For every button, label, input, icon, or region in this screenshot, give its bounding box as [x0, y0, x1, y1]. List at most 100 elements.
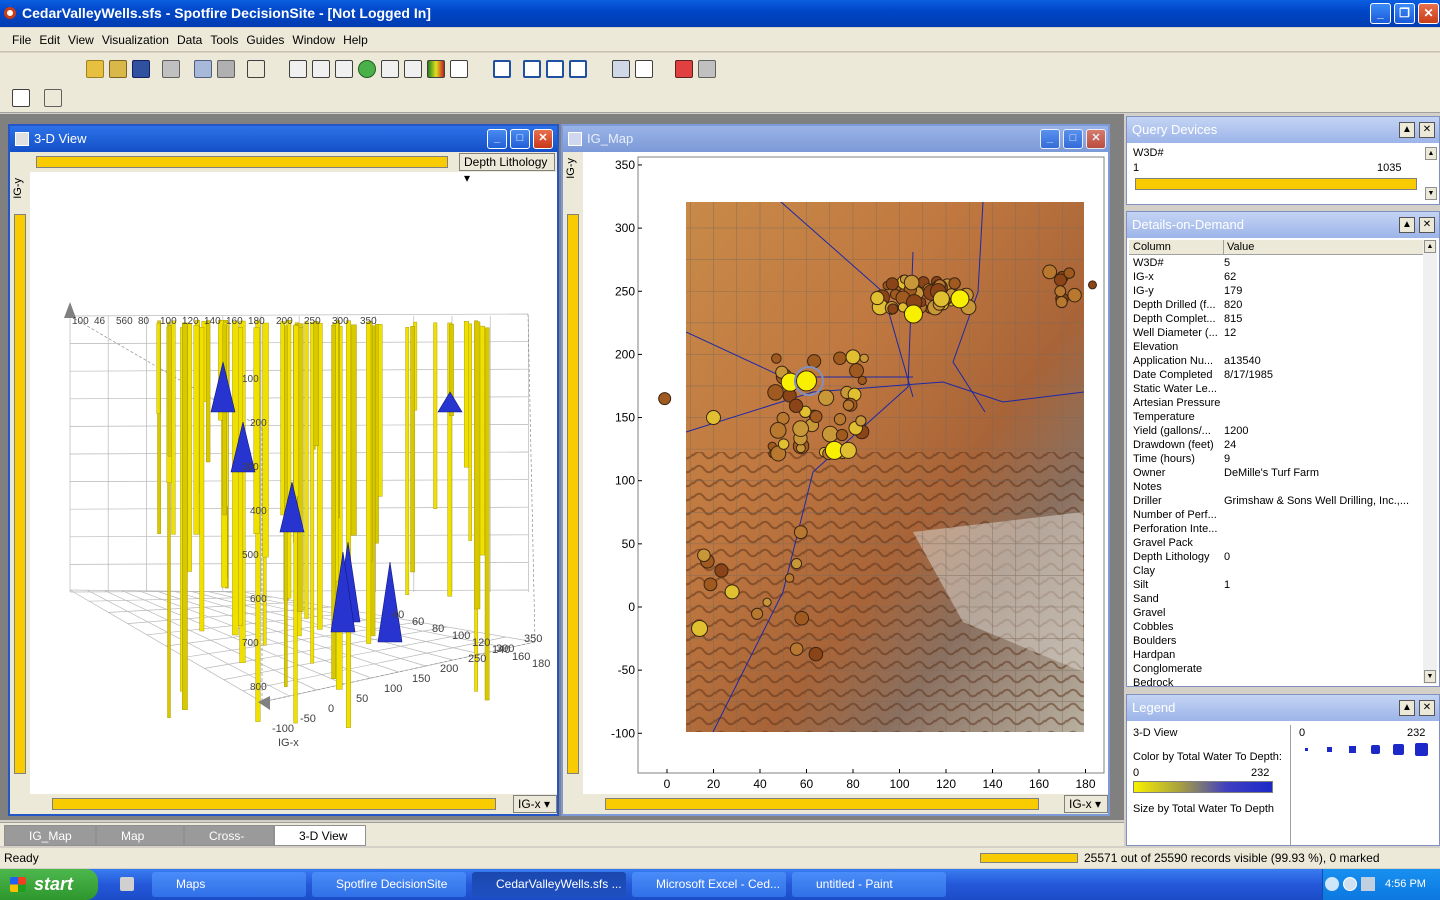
well-dot[interactable] [808, 646, 824, 662]
dod-val-header[interactable]: Value [1223, 240, 1254, 255]
tab-map[interactable]: Map [96, 825, 184, 846]
well-dot[interactable] [771, 353, 782, 364]
legend-header[interactable]: Legend [1127, 695, 1439, 721]
dod-row[interactable]: Hardpan [1133, 648, 1423, 662]
taskbar-paint[interactable]: untitled - Paint [792, 872, 946, 897]
well-dot[interactable] [789, 642, 804, 656]
dod-row[interactable]: Clay [1133, 564, 1423, 578]
table-icon[interactable] [450, 60, 468, 78]
ig-map-maximize-button[interactable]: □ [1063, 129, 1083, 149]
well-dot[interactable] [932, 290, 950, 308]
dod-row[interactable]: IG-y 179 [1133, 284, 1423, 298]
dod-row[interactable]: IG-x 62 [1133, 270, 1423, 284]
well-dot[interactable] [762, 597, 772, 607]
dod-row[interactable]: Depth Complet... 815 [1133, 312, 1423, 326]
ig-map-minimize-button[interactable]: _ [1040, 129, 1060, 149]
dod-row[interactable]: Elevation [1133, 340, 1423, 354]
menu-view[interactable]: View [64, 28, 98, 52]
heat-map-icon[interactable] [427, 60, 445, 78]
well-dot[interactable] [1055, 295, 1068, 309]
well-dot[interactable] [1042, 264, 1058, 280]
restore-button[interactable]: ❐ [1394, 3, 1415, 24]
view-3d-y-axis-label[interactable]: IG-y [12, 178, 24, 199]
taskbar-maps[interactable]: Maps [152, 872, 306, 897]
undo-icon[interactable] [247, 60, 265, 78]
dod-row[interactable]: Perforation Inte... [1133, 522, 1423, 536]
pie-chart-icon[interactable] [358, 60, 376, 78]
view-3d-bottom-slider[interactable] [52, 798, 496, 810]
open-data-icon[interactable] [109, 60, 127, 78]
well-dot[interactable] [859, 353, 869, 364]
well-dot[interactable] [658, 392, 672, 406]
menu-file[interactable]: File [8, 28, 35, 52]
view-3d-left-slider[interactable] [14, 214, 26, 774]
layout-icon[interactable] [493, 60, 511, 78]
print-icon[interactable] [162, 60, 180, 78]
well-dot[interactable] [714, 563, 729, 578]
ig-map-y-axis-label[interactable]: IG-y [565, 158, 577, 179]
dod-row[interactable]: Cobbles [1133, 620, 1423, 634]
paste-icon[interactable] [217, 60, 235, 78]
well-dot[interactable] [833, 413, 847, 426]
dod-row[interactable]: Date Completed 8/17/1985 [1133, 368, 1423, 382]
well-dot[interactable] [784, 573, 795, 583]
legend-close-button[interactable]: ✕ [1419, 700, 1435, 716]
well-dot[interactable] [767, 384, 784, 401]
dod-row[interactable]: Number of Perf... [1133, 508, 1423, 522]
new-page-icon[interactable] [12, 89, 30, 107]
view-3d-minimize-button[interactable]: _ [487, 129, 507, 149]
well-dot[interactable] [1054, 285, 1067, 298]
quick-launch-icon[interactable] [120, 877, 134, 891]
well-dot[interactable] [833, 351, 847, 366]
bar-chart-icon[interactable] [335, 60, 353, 78]
well-dot[interactable] [724, 584, 740, 600]
properties-icon[interactable] [612, 60, 630, 78]
well-dot[interactable] [885, 277, 899, 291]
dod-row[interactable]: Yield (gallons/... 1200 [1133, 424, 1423, 438]
query-scroll-up[interactable]: ▲ [1425, 147, 1437, 160]
tile-vertical-icon[interactable] [546, 60, 564, 78]
view-3d-maximize-button[interactable]: □ [510, 129, 530, 149]
scatter-plot-icon[interactable] [289, 60, 307, 78]
well-dot[interactable] [796, 370, 817, 392]
well-dot[interactable] [948, 277, 961, 290]
open-icon[interactable] [86, 60, 104, 78]
dod-close-button[interactable]: ✕ [1419, 217, 1435, 233]
well-dot[interactable] [751, 607, 764, 620]
ig-map-bottom-slider[interactable] [605, 798, 1039, 810]
dod-row[interactable]: Depth Lithology 0 [1133, 550, 1423, 564]
well-dot[interactable] [845, 349, 861, 365]
view-3d-plot[interactable]: -100-50050100150200250300350406080100120… [30, 172, 557, 794]
taskbar-excel[interactable]: Microsoft Excel - Ced... [632, 872, 786, 897]
query-devices-header[interactable]: Query Devices [1127, 117, 1439, 143]
cascade-icon[interactable] [523, 60, 541, 78]
well-dot[interactable] [870, 291, 885, 306]
dod-row[interactable]: Sand [1133, 592, 1423, 606]
details-icon[interactable] [635, 60, 653, 78]
well-dot[interactable] [703, 577, 718, 592]
dod-row[interactable]: W3D# 5 [1133, 256, 1423, 270]
well-dot[interactable] [903, 274, 920, 291]
well-dot[interactable] [706, 410, 721, 426]
well-dot[interactable] [809, 410, 823, 424]
menu-visualization[interactable]: Visualization [98, 28, 173, 52]
well-dot[interactable] [839, 441, 857, 459]
well-dot[interactable] [792, 420, 809, 437]
well-dot[interactable] [842, 399, 855, 411]
profile-chart-icon[interactable] [404, 60, 422, 78]
well-dot[interactable] [794, 610, 810, 626]
view-3d-top-slider[interactable] [36, 156, 448, 168]
dod-row[interactable]: Notes [1133, 480, 1423, 494]
taskbar-cedarvalley[interactable]: CedarValleyWells.sfs ... [472, 872, 626, 897]
well-dot[interactable] [817, 389, 835, 406]
query-scroll-down[interactable]: ▼ [1425, 187, 1437, 200]
dod-row[interactable]: Boulders [1133, 634, 1423, 648]
dod-row[interactable]: Drawdown (feet) 24 [1133, 438, 1423, 452]
close-button[interactable]: ✕ [1418, 3, 1439, 24]
well-dot[interactable] [855, 415, 867, 427]
dod-row[interactable]: Temperature [1133, 410, 1423, 424]
dod-row[interactable]: Bedrock [1133, 676, 1423, 686]
dod-row[interactable]: Gravel Pack [1133, 536, 1423, 550]
well-dot[interactable] [1063, 267, 1075, 279]
well-dot[interactable] [887, 303, 899, 315]
